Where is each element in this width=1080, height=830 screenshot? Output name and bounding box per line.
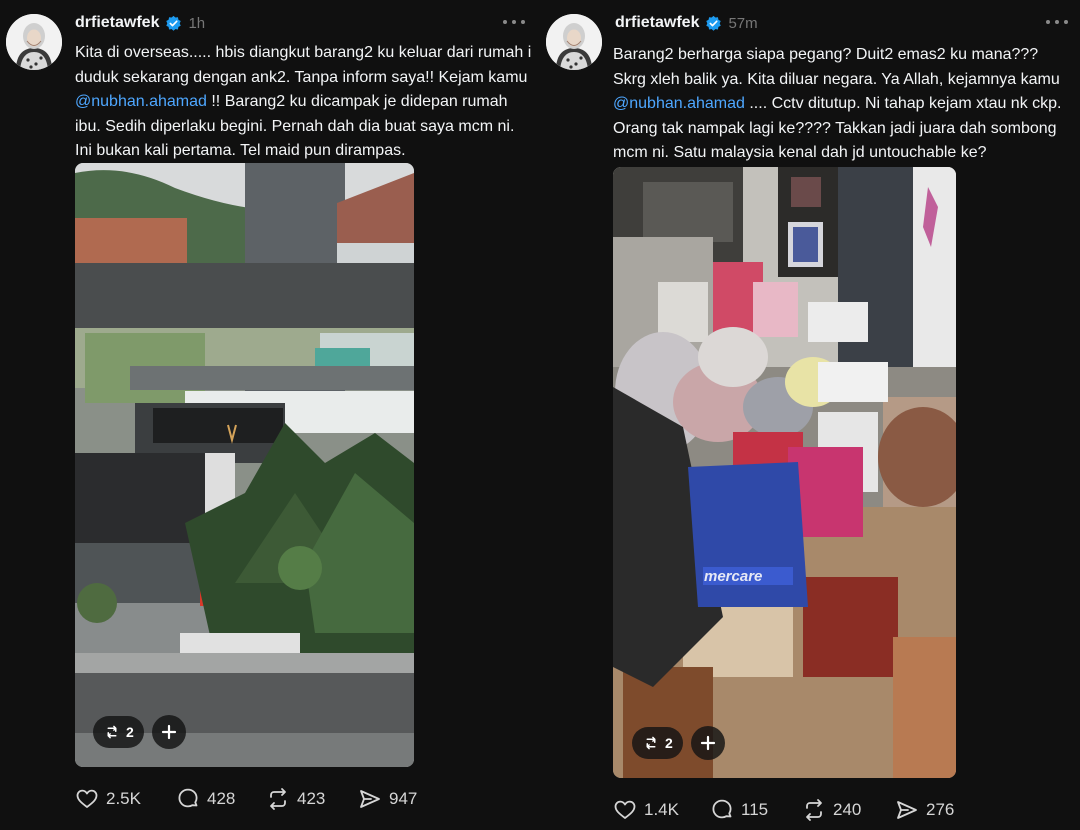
share-icon	[897, 801, 917, 819]
verified-badge-icon	[165, 15, 182, 32]
share-count: 276	[926, 800, 955, 819]
thread-post-2: drfietawfek 57m Barang2 berharga siapa p…	[540, 0, 1080, 830]
post-header: drfietawfek 1h	[75, 11, 205, 35]
heart-icon	[614, 800, 636, 819]
avatar[interactable]	[546, 14, 602, 70]
comment-count: 428	[207, 789, 236, 808]
like-button[interactable]: 1.4K	[613, 798, 710, 822]
more-options-icon[interactable]	[1046, 14, 1068, 30]
repost-icon	[270, 788, 286, 810]
post-text-start: Kita di overseas..... hbis diangkut bara…	[75, 44, 532, 86]
post-time: 1h	[188, 14, 206, 32]
plus-icon[interactable]	[152, 715, 186, 749]
share-button[interactable]: 276	[895, 798, 954, 822]
share-count: 947	[389, 789, 418, 808]
repost-icon	[646, 736, 656, 750]
repost-count: 423	[297, 789, 326, 808]
username[interactable]: drfietawfek	[75, 14, 159, 32]
comment-button[interactable]: 115	[710, 798, 802, 822]
media-repost-count: 2	[665, 735, 673, 751]
mention-link[interactable]: @nubhan.ahamad	[75, 93, 207, 110]
comment-count: 115	[741, 800, 769, 819]
mention-link[interactable]: @nubhan.ahamad	[613, 95, 745, 112]
like-count: 1.4K	[644, 800, 679, 819]
comment-icon	[178, 788, 198, 808]
repost-icon	[806, 799, 822, 821]
repost-icon	[107, 725, 117, 739]
post-text-start: Barang2 berharga siapa pegang? Duit2 ema…	[613, 46, 1060, 88]
post-text: Kita di overseas..... hbis diangkut bara…	[75, 41, 533, 164]
post-header: drfietawfek 57m	[615, 11, 758, 35]
share-button[interactable]: 947	[358, 787, 417, 811]
media-repost-count: 2	[126, 724, 134, 740]
repost-button[interactable]: 423	[266, 787, 358, 811]
like-count: 2.5K	[106, 789, 141, 808]
action-bar: 2.5K 428 423 947	[75, 785, 417, 813]
comment-button[interactable]: 428	[176, 787, 266, 811]
post-photo[interactable]	[75, 163, 414, 767]
comment-icon	[712, 799, 732, 819]
action-bar: 1.4K 115 240 276	[613, 796, 954, 824]
bag-logo: mercare	[704, 568, 762, 585]
repost-button[interactable]: 240	[802, 798, 895, 822]
like-button[interactable]: 2.5K	[75, 787, 176, 811]
username[interactable]: drfietawfek	[615, 14, 699, 32]
post-time: 57m	[728, 14, 758, 32]
post-photo[interactable]: mercare	[613, 167, 956, 778]
post-text: Barang2 berharga siapa pegang? Duit2 ema…	[613, 43, 1075, 166]
avatar[interactable]	[6, 14, 62, 70]
more-options-icon[interactable]	[503, 14, 525, 30]
repost-count: 240	[833, 800, 862, 819]
share-icon	[360, 790, 380, 808]
media-repost-badge[interactable]: 2	[93, 716, 144, 748]
plus-icon[interactable]	[691, 726, 725, 760]
verified-badge-icon	[705, 15, 722, 32]
thread-post-1: drfietawfek 1h Kita di overseas..... hbi…	[0, 0, 540, 830]
heart-icon	[76, 789, 98, 808]
media-repost-badge[interactable]: 2	[632, 727, 683, 759]
